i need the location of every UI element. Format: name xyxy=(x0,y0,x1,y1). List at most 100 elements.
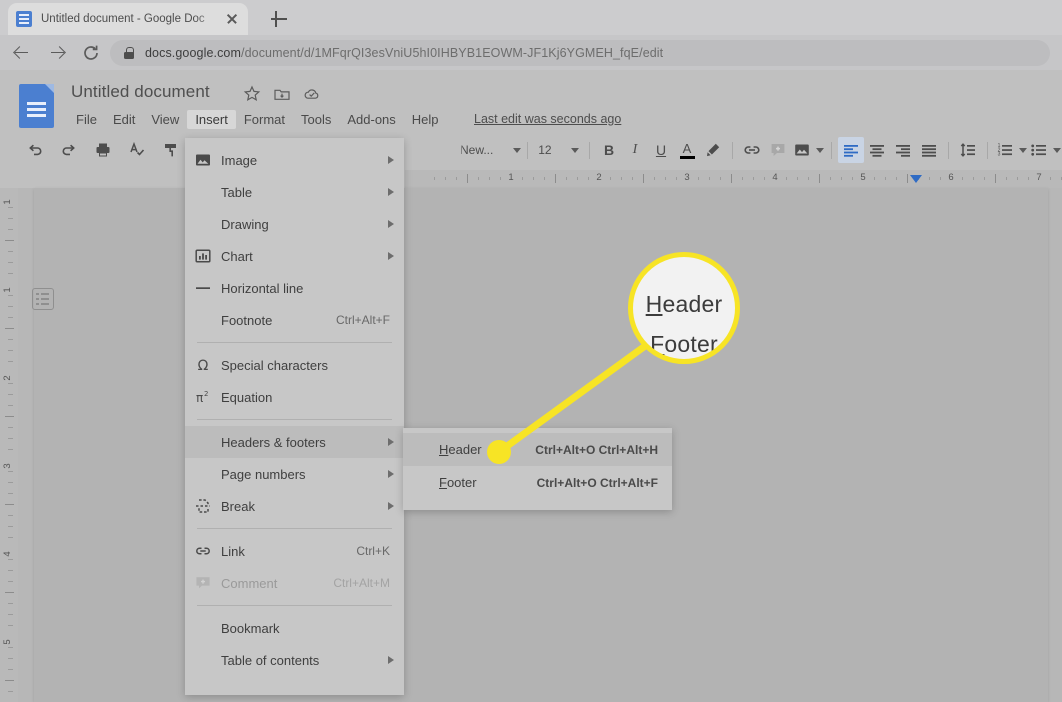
font-family-selector[interactable]: New... xyxy=(460,143,521,157)
insert-menu-item-footnote[interactable]: Footnote Ctrl+Alt+F xyxy=(185,304,404,336)
insert-menu-item-horizontal-line[interactable]: Horizontal line xyxy=(185,272,404,304)
submenu-item-header[interactable]: Header Ctrl+Alt+O Ctrl+Alt+H xyxy=(403,433,672,466)
menu-divider xyxy=(197,605,392,606)
insert-menu-item-label: Drawing xyxy=(221,216,269,232)
ruler-h-subtick xyxy=(962,177,963,180)
align-center-icon[interactable] xyxy=(864,137,890,163)
insert-menu-item-bookmark[interactable]: Bookmark xyxy=(185,612,404,644)
ruler-h-number: 7 xyxy=(1036,172,1042,183)
text-color-letter: A xyxy=(682,140,692,156)
justify-icon[interactable] xyxy=(916,137,942,163)
ruler-h-subtick xyxy=(786,177,787,180)
menu-insert[interactable]: Insert xyxy=(187,110,236,129)
insert-menu-item-table[interactable]: Table xyxy=(185,176,404,208)
ruler-h-number: 1 xyxy=(508,172,514,183)
star-icon[interactable] xyxy=(243,85,261,103)
insert-menu-item-label: Break xyxy=(221,498,255,514)
menu-edit[interactable]: Edit xyxy=(105,110,143,129)
underline-icon[interactable]: U xyxy=(648,137,674,163)
page-title[interactable]: Untitled document xyxy=(71,82,210,102)
redo-icon[interactable] xyxy=(56,137,82,163)
move-to-folder-icon[interactable] xyxy=(273,85,291,103)
highlight-color-icon[interactable] xyxy=(700,137,726,163)
ruler-v-subtick xyxy=(8,493,13,494)
insert-menu-item-headers-footers[interactable]: Headers & footers xyxy=(185,426,404,458)
bold-icon[interactable]: B xyxy=(596,137,622,163)
horizontal-ruler[interactable]: 1 2 3 4 5 6 7 xyxy=(405,170,1062,188)
menu-divider xyxy=(197,419,392,420)
right-margin-marker[interactable] xyxy=(909,175,922,183)
ruler-v-tick xyxy=(5,680,14,681)
insert-link-icon[interactable] xyxy=(739,137,765,163)
vertical-ruler[interactable]: 1 1 2 3 4 5 xyxy=(0,188,18,702)
paint-format-icon[interactable] xyxy=(158,137,184,163)
address-bar[interactable]: docs.google.com/document/d/1MFqrQI3esVni… xyxy=(110,40,1050,66)
ruler-h-subtick xyxy=(1006,177,1007,180)
ruler-v-subtick xyxy=(8,394,13,395)
print-icon[interactable] xyxy=(90,137,116,163)
menu-tools[interactable]: Tools xyxy=(293,110,339,129)
ruler-v-tick xyxy=(5,240,14,241)
ruler-h-subtick xyxy=(522,177,523,180)
insert-dropdown-menu: Image Table Drawing Chart Horizontal line Foo… xyxy=(185,138,404,695)
italic-icon[interactable]: I xyxy=(622,137,648,163)
docs-toolbar: New... 12 B I U A 1 2 3 xyxy=(0,134,1062,166)
insert-menu-item-chart[interactable]: Chart xyxy=(185,240,404,272)
spelling-check-icon[interactable] xyxy=(124,137,150,163)
arrow-forward-icon[interactable] xyxy=(42,38,72,68)
numbered-list-icon[interactable]: 123 xyxy=(994,137,1028,163)
insert-menu-item-label: Table of contents xyxy=(221,652,320,668)
close-icon[interactable] xyxy=(224,11,240,27)
align-left-icon[interactable] xyxy=(838,137,864,163)
ruler-h-subtick xyxy=(1017,177,1018,180)
ruler-v-number: 4 xyxy=(2,551,13,557)
ruler-h-subtick xyxy=(709,177,710,180)
insert-image-icon[interactable] xyxy=(791,137,825,163)
submenu-item-footer[interactable]: Footer Ctrl+Alt+O Ctrl+Alt+F xyxy=(403,466,672,499)
ruler-h-subtick xyxy=(1050,177,1051,180)
reload-icon[interactable] xyxy=(76,38,106,68)
arrow-back-icon[interactable] xyxy=(6,38,36,68)
google-docs-logo-icon[interactable] xyxy=(19,84,54,128)
ruler-v-subtick xyxy=(8,427,13,428)
cloud-saved-icon[interactable] xyxy=(303,85,321,103)
insert-menu-item-special-characters[interactable]: Ω Special characters xyxy=(185,349,404,381)
insert-menu-item-page-numbers[interactable]: Page numbers xyxy=(185,458,404,490)
align-right-icon[interactable] xyxy=(890,137,916,163)
insert-menu-item-break[interactable]: Break xyxy=(185,490,404,522)
new-tab-button[interactable] xyxy=(268,8,290,30)
ruler-h-subtick xyxy=(588,177,589,180)
font-size-selector[interactable]: 12 xyxy=(534,143,583,157)
ruler-h-number: 4 xyxy=(772,172,778,183)
insert-menu-item-label: Page numbers xyxy=(221,466,306,482)
undo-icon[interactable] xyxy=(22,137,48,163)
font-size-value: 12 xyxy=(538,143,552,157)
ruler-h-subtick xyxy=(566,177,567,180)
last-edit-status[interactable]: Last edit was seconds ago xyxy=(474,112,621,126)
menu-add-ons[interactable]: Add-ons xyxy=(339,110,403,129)
ruler-h-subtick xyxy=(940,177,941,180)
menu-file[interactable]: File xyxy=(68,110,105,129)
text-color-swatch xyxy=(679,155,695,159)
insert-menu-item-link[interactable]: Link Ctrl+K xyxy=(185,535,404,567)
text-color-icon[interactable]: A xyxy=(674,137,700,163)
document-outline-icon[interactable] xyxy=(32,288,54,310)
insert-menu-item-drawing[interactable]: Drawing xyxy=(185,208,404,240)
add-comment-icon[interactable] xyxy=(765,137,791,163)
ruler-h-subtick xyxy=(698,177,699,180)
insert-menu-item-label: Image xyxy=(221,152,258,168)
menu-help[interactable]: Help xyxy=(404,110,447,129)
menu-view[interactable]: View xyxy=(143,110,187,129)
menu-divider xyxy=(197,528,392,529)
menu-format[interactable]: Format xyxy=(236,110,293,129)
insert-menu-item-image[interactable]: Image xyxy=(185,144,404,176)
ruler-h-tick xyxy=(995,174,996,183)
submenu-arrow-icon xyxy=(388,470,394,478)
bulleted-list-icon[interactable] xyxy=(1028,137,1062,163)
insert-menu-item-table-of-contents[interactable]: Table of contents xyxy=(185,644,404,676)
line-spacing-icon[interactable] xyxy=(955,137,981,163)
insert-menu-item-equation[interactable]: π 2 Equation xyxy=(185,381,404,413)
comment-icon xyxy=(185,575,221,591)
browser-tab[interactable]: Untitled document - Google Doc xyxy=(8,3,248,35)
ruler-h-number: 5 xyxy=(860,172,866,183)
